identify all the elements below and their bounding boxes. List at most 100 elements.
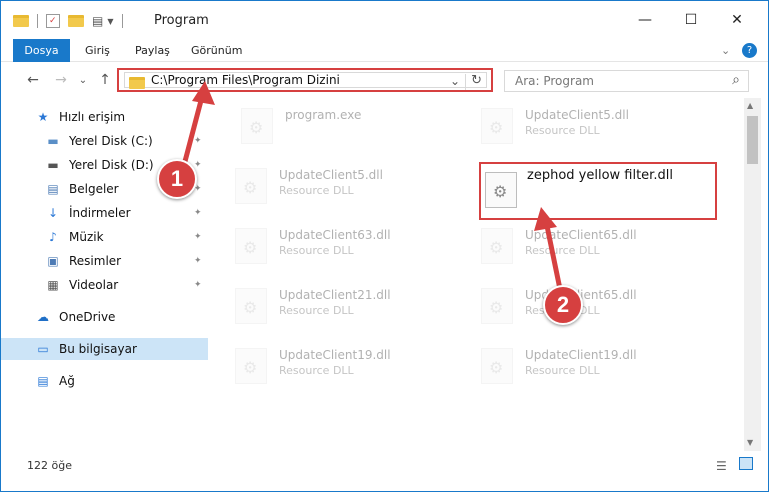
tab-home[interactable]: Giriş xyxy=(77,39,118,62)
dll-file-icon xyxy=(235,348,267,384)
file-name: UpdateClient19.dll xyxy=(279,348,391,362)
star-icon: ★ xyxy=(37,110,49,124)
dll-file-icon xyxy=(241,108,273,144)
address-dropdown-icon[interactable]: ⌄ xyxy=(450,74,460,88)
sidebar-item[interactable]: ♪ Müzik ✦ xyxy=(1,226,208,248)
music-icon: ♪ xyxy=(49,230,57,244)
address-path[interactable]: C:\Program Files\Program Dizini xyxy=(151,73,340,87)
address-divider xyxy=(465,74,466,90)
step-2-badge: 2 xyxy=(543,285,583,325)
dll-file-icon xyxy=(235,168,267,204)
details-view-icon[interactable]: ☰ xyxy=(716,459,727,473)
close-button[interactable]: ✕ xyxy=(714,1,760,39)
minimize-button[interactable]: — xyxy=(622,1,668,39)
file-name: UpdateClient65.dll xyxy=(525,228,637,242)
recent-locations-button[interactable]: ⌄ xyxy=(73,70,93,90)
expand-ribbon-icon[interactable]: ⌄ xyxy=(713,39,738,62)
customize-dropdown-icon[interactable]: ▼ xyxy=(107,17,113,26)
up-button[interactable]: ↑ xyxy=(95,70,115,90)
file-item[interactable]: UpdateClient65.dllResource DLL xyxy=(479,224,709,274)
sidebar-item[interactable]: ▣ Resimler ✦ xyxy=(1,250,208,272)
sidebar-item-label: Yerel Disk (C:) xyxy=(69,134,153,148)
file-description: Resource DLL xyxy=(525,364,600,377)
refresh-icon[interactable]: ↻ xyxy=(471,73,482,88)
quick-access-toolbar: ✓ ▤ ▼ xyxy=(13,11,131,31)
sidebar-item[interactable]: ☁ OneDrive xyxy=(1,306,208,328)
file-list: program.exe UpdateClient5.dll Resource DLL… xyxy=(211,98,744,451)
navigation-bar: ← → ⌄ ↑ C:\Program Files\Program Dizini … xyxy=(1,62,768,98)
dll-file-icon xyxy=(235,288,267,324)
sidebar-item-label: Resimler xyxy=(69,254,122,268)
pin-icon[interactable]: ✦ xyxy=(194,160,202,170)
file-item[interactable]: UpdateClient19.dll Resource DLL xyxy=(233,344,463,394)
cloud-icon: ☁ xyxy=(37,310,49,324)
back-button[interactable]: ← xyxy=(23,70,43,90)
sidebar-item-label: OneDrive xyxy=(59,310,116,324)
properties-icon[interactable]: ✓ xyxy=(46,14,60,28)
folder-icon[interactable] xyxy=(13,15,29,27)
sidebar-item[interactable]: ▤ Ağ xyxy=(1,370,208,392)
scroll-thumb[interactable] xyxy=(747,116,758,164)
video-icon: ▦ xyxy=(47,278,59,292)
pictures-icon: ▣ xyxy=(47,254,59,268)
tab-file[interactable]: Dosya xyxy=(13,39,70,62)
navigation-pane: ★ Hızlı erişim ▬ Yerel Disk (C:) ✦ ▬ Yerel Dis… xyxy=(1,98,208,451)
status-bar: 122 öğe ☰ xyxy=(1,451,768,491)
explorer-window: ✓ ▤ ▼ Program — ☐ ✕ Dosya Giriş Paylaş G… xyxy=(0,0,769,492)
file-description: Resource DLL xyxy=(279,184,354,197)
drive-icon: ▬ xyxy=(47,134,59,148)
ribbon-tabs: Dosya Giriş Paylaş Görünüm ⌄ ? xyxy=(1,39,768,62)
search-input[interactable]: Ara: Program ⌕ xyxy=(504,70,749,92)
toolbar-divider xyxy=(121,14,123,28)
dll-file-icon xyxy=(481,288,513,324)
computer-icon: ▭ xyxy=(37,342,49,356)
file-item[interactable]: UpdateClient65.dllResource DLL xyxy=(479,284,709,334)
document-icon: ▤ xyxy=(47,182,59,196)
file-description: Resource DLL xyxy=(279,244,354,257)
pin-icon[interactable]: ✦ xyxy=(194,280,202,290)
sidebar-item-label: İndirmeler xyxy=(69,206,131,220)
highlighted-file-item[interactable]: zephod yellow filter.dll xyxy=(479,162,717,220)
file-item[interactable]: UpdateClient5.dll Resource DLL xyxy=(479,104,709,154)
dll-file-icon xyxy=(485,172,517,208)
sidebar-item[interactable]: ▦ Videolar ✦ xyxy=(1,274,208,296)
sidebar-item-label: Belgeler xyxy=(69,182,119,196)
new-folder-icon[interactable] xyxy=(68,15,84,27)
address-bar-highlight: C:\Program Files\Program Dizini ⌄ ↻ xyxy=(117,68,493,92)
sidebar-item[interactable]: ▬ Yerel Disk (C:) ✦ xyxy=(1,130,208,152)
pin-icon[interactable]: ✦ xyxy=(194,136,202,146)
pin-icon[interactable]: ✦ xyxy=(194,208,202,218)
file-name: program.exe xyxy=(285,108,362,122)
toolbar-divider xyxy=(37,14,38,28)
vertical-scrollbar[interactable]: ▲ ▼ xyxy=(744,98,761,451)
sidebar-item[interactable]: ↓ İndirmeler ✦ xyxy=(1,202,208,224)
step-1-badge: 1 xyxy=(157,159,197,199)
maximize-button[interactable]: ☐ xyxy=(668,1,714,39)
file-item[interactable]: UpdateClient19.dll Resource DLL xyxy=(479,344,709,394)
large-icons-view-icon[interactable] xyxy=(739,457,753,470)
file-description: Resource DLL xyxy=(279,304,354,317)
dll-file-icon xyxy=(235,228,267,264)
network-icon: ▤ xyxy=(37,374,49,388)
help-icon[interactable]: ? xyxy=(742,43,757,58)
sidebar-item[interactable]: ▭ Bu bilgisayar xyxy=(1,338,208,360)
scroll-up-icon[interactable]: ▲ xyxy=(747,101,753,110)
pin-icon[interactable]: ✦ xyxy=(194,232,202,242)
item-count: 122 öğe xyxy=(27,459,72,472)
scroll-down-icon[interactable]: ▼ xyxy=(747,438,753,447)
sidebar-item[interactable]: ★ Hızlı erişim xyxy=(1,106,208,128)
view-icon[interactable]: ▤ xyxy=(92,14,103,28)
tab-share[interactable]: Paylaş xyxy=(127,39,178,62)
file-item[interactable]: UpdateClient5.dll Resource DLL xyxy=(233,164,463,214)
pin-icon[interactable]: ✦ xyxy=(194,256,202,266)
file-item[interactable]: UpdateClient63.dll Resource DLL xyxy=(233,224,463,274)
forward-button[interactable]: → xyxy=(51,70,71,90)
tab-view[interactable]: Görünüm xyxy=(183,39,250,62)
folder-icon xyxy=(129,77,145,89)
address-bar[interactable]: C:\Program Files\Program Dizini ⌄ ↻ xyxy=(124,72,487,90)
file-item[interactable]: UpdateClient21.dll Resource DLL xyxy=(233,284,463,334)
download-icon: ↓ xyxy=(47,206,59,220)
search-icon[interactable]: ⌕ xyxy=(732,72,740,88)
sidebar-item-label: Bu bilgisayar xyxy=(59,342,137,356)
file-item[interactable]: program.exe xyxy=(239,104,469,154)
